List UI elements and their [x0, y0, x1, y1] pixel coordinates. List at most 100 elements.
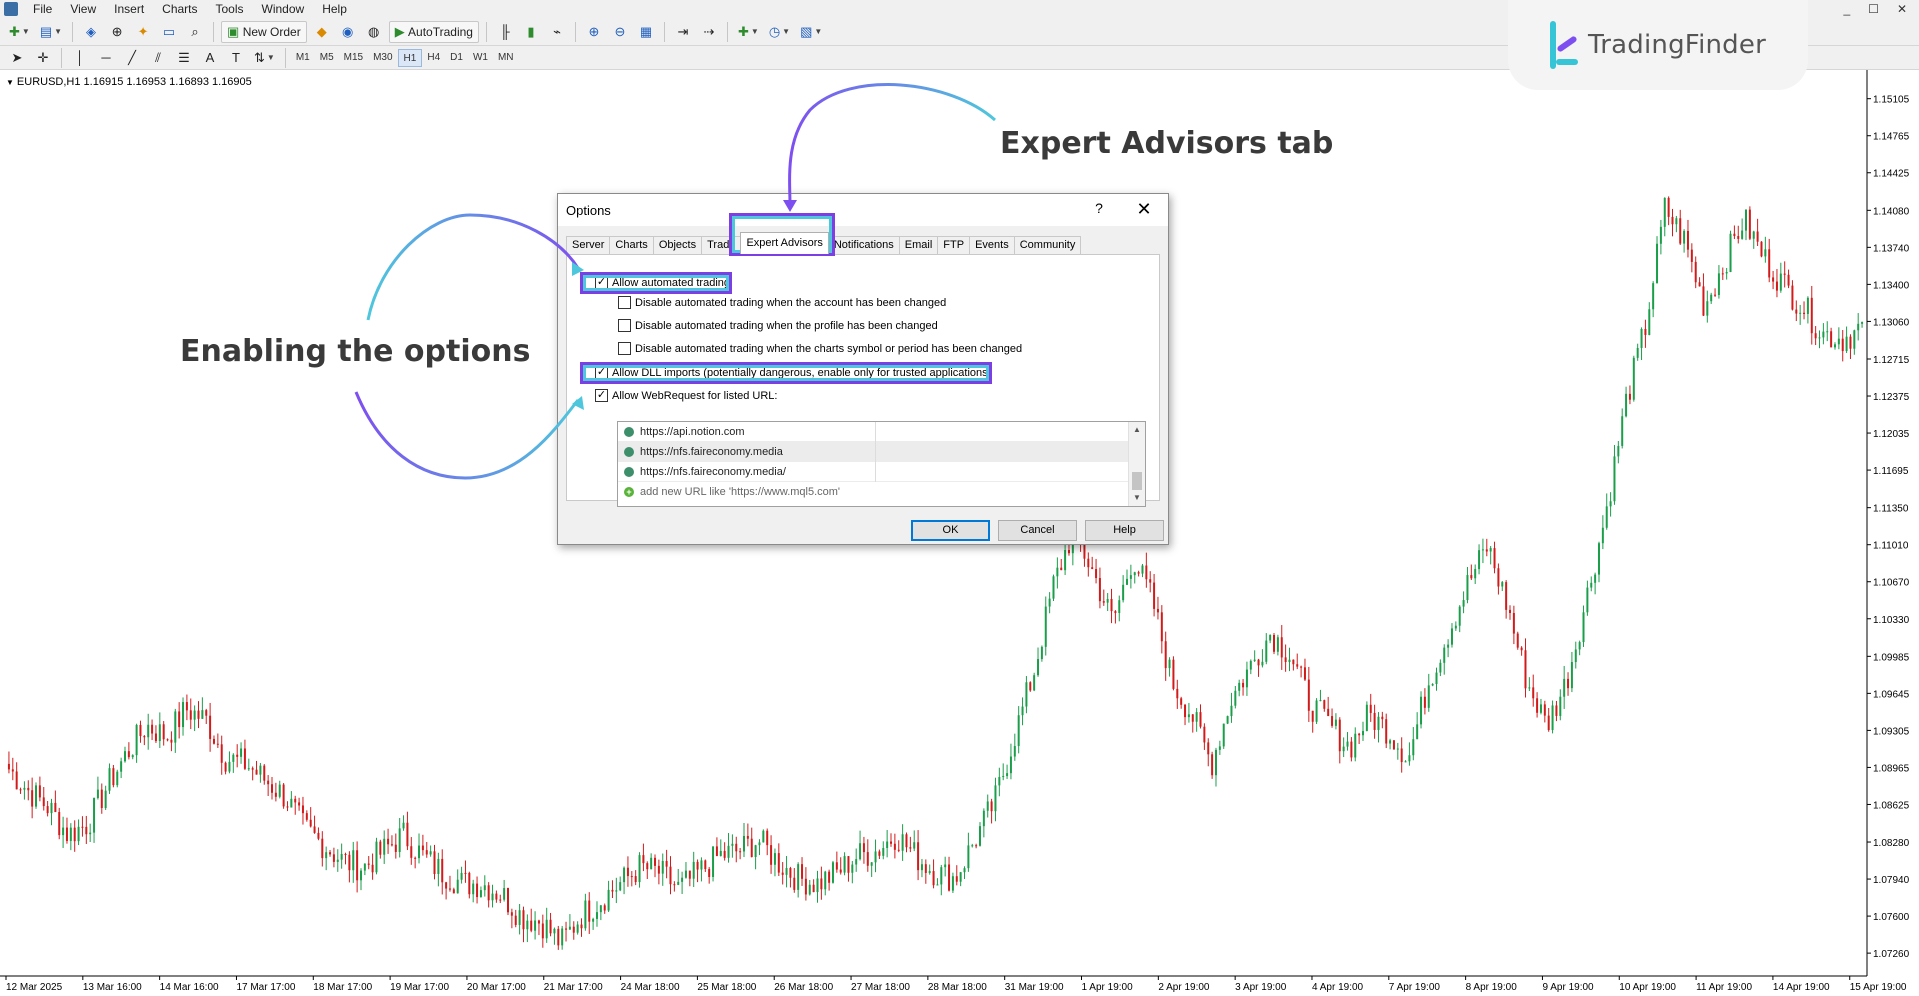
cursor-button[interactable]: ➤ — [6, 47, 28, 69]
crosshair-button[interactable]: ✛ — [32, 47, 54, 69]
chevron-down-icon[interactable]: ▼ — [1129, 490, 1145, 506]
profiles-button[interactable]: ▤ ▼ — [37, 21, 65, 43]
webrequest-url-list[interactable]: https://api.notion.com https://nfs.faire… — [617, 421, 1146, 507]
checkbox-disable-on-profile-change[interactable] — [618, 319, 631, 332]
data-window-button[interactable]: ⊕ — [106, 21, 128, 43]
candle-bull — [402, 822, 405, 829]
vertical-line-button[interactable]: │ — [69, 47, 91, 69]
url-list-scrollbar[interactable]: ▲ ▼ — [1128, 422, 1145, 506]
trendline-button[interactable]: ╱ — [121, 47, 143, 69]
menu-file[interactable]: File — [24, 0, 61, 18]
price-tick-label: 1.08280 — [1873, 838, 1910, 849]
toolbar-separator — [663, 21, 665, 42]
metaeditor-button[interactable]: ◆ — [311, 21, 333, 43]
checkbox-allow-dll-imports[interactable]: ✓ — [595, 366, 608, 379]
add-url-row[interactable]: + add new URL like 'https://www.mql5.com… — [618, 482, 1129, 502]
strategy-tester-button[interactable]: ⌕ — [184, 21, 206, 43]
tab-ftp[interactable]: FTP — [937, 236, 971, 254]
scrollbar-thumb[interactable] — [1132, 472, 1142, 490]
menu-insert[interactable]: Insert — [105, 0, 153, 18]
url-list-item[interactable]: https://nfs.faireconomy.media/ — [618, 462, 1129, 482]
chevron-up-icon[interactable]: ▲ — [1129, 422, 1145, 438]
checkbox-disable-on-symbol-change[interactable] — [618, 342, 631, 355]
checkbox-allow-automated-trading[interactable]: ✓ — [595, 276, 608, 289]
market-button[interactable]: ◍ — [363, 21, 385, 43]
timeframe-h1[interactable]: H1 — [397, 48, 423, 67]
menu-tools[interactable]: Tools — [207, 0, 253, 18]
candle-bull — [1613, 456, 1616, 502]
arrows-button[interactable]: ⇅ ▼ — [251, 47, 278, 69]
dialog-title-bar[interactable]: Options ? ✕ — [558, 194, 1168, 226]
url-list-item[interactable]: https://api.notion.com — [618, 422, 1129, 442]
candle-bear — [1273, 634, 1276, 652]
timeframe-mn[interactable]: MN — [493, 49, 519, 67]
tab-server[interactable]: Server — [566, 236, 611, 254]
checkbox-allow-webrequest[interactable]: ✓ — [595, 389, 608, 402]
url-list-item[interactable]: https://nfs.faireconomy.media — [618, 442, 1129, 462]
candle-bull — [1033, 675, 1036, 691]
candle-bull — [460, 872, 463, 880]
tab-email[interactable]: Email — [898, 236, 939, 254]
new-chart-button[interactable]: ✚ ▼ — [6, 21, 33, 43]
signals-button[interactable]: ◉ — [337, 21, 359, 43]
periods-button[interactable]: ◷ ▼ — [766, 21, 793, 43]
timeframe-m1[interactable]: M1 — [291, 49, 315, 67]
zoom-in-button[interactable]: ⊕ — [583, 21, 605, 43]
fibonacci-button[interactable]: ☰ — [173, 47, 195, 69]
ok-button[interactable]: OK — [911, 520, 990, 541]
menu-window[interactable]: Window — [253, 0, 314, 18]
tile-windows-button[interactable]: ▦ — [635, 21, 657, 43]
channel-button[interactable]: ⫽ — [147, 47, 169, 69]
timeframe-h4[interactable]: H4 — [422, 49, 445, 67]
option-allow-webrequest[interactable]: ✓ Allow WebRequest for listed URL: — [595, 389, 777, 402]
option-allow-dll-imports[interactable]: ✓ Allow DLL imports (potentially dangero… — [595, 366, 991, 379]
autoscroll-button[interactable]: ⇢ — [698, 21, 720, 43]
zoom-out-button[interactable]: ⊖ — [609, 21, 631, 43]
candle-bull — [1214, 749, 1217, 776]
tab-objects[interactable]: Objects — [652, 236, 703, 254]
candlestick-button[interactable]: ▮ — [520, 21, 542, 43]
dialog-close-button[interactable]: ✕ — [1132, 198, 1156, 222]
tab-community[interactable]: Community — [1013, 236, 1082, 254]
tab-expert-advisors[interactable]: Expert Advisors — [740, 232, 829, 254]
bar-chart-button[interactable]: ╟ — [494, 21, 516, 43]
tab-notifications[interactable]: Notifications — [827, 236, 900, 254]
minimize-button[interactable]: _ — [1843, 2, 1850, 16]
timeframe-d1[interactable]: D1 — [445, 49, 468, 67]
maximize-button[interactable]: ☐ — [1868, 2, 1879, 16]
timeframe-m5[interactable]: M5 — [315, 49, 339, 67]
timeframe-m30[interactable]: M30 — [368, 49, 397, 67]
indicators-button[interactable]: ✚ ▼ — [735, 21, 762, 43]
chart-shift-button[interactable]: ⇥ — [672, 21, 694, 43]
candle-bull — [1431, 684, 1434, 686]
menu-view[interactable]: View — [61, 0, 105, 18]
tab-trade[interactable]: Trade — [701, 236, 742, 254]
navigator-button[interactable]: ✦ — [132, 21, 154, 43]
tab-charts[interactable]: Charts — [609, 236, 654, 254]
menu-help[interactable]: Help — [313, 0, 356, 18]
text-label-button[interactable]: T — [225, 47, 247, 69]
terminal-button[interactable]: ▭ — [158, 21, 180, 43]
market-watch-button[interactable]: ◈ — [80, 21, 102, 43]
menu-charts[interactable]: Charts — [153, 0, 206, 18]
tab-events[interactable]: Events — [969, 236, 1015, 254]
close-window-button[interactable]: ✕ — [1897, 2, 1907, 16]
cancel-button[interactable]: Cancel — [998, 520, 1077, 541]
option-allow-automated-trading[interactable]: ✓ Allow automated trading — [595, 276, 730, 289]
help-button[interactable]: Help — [1085, 520, 1164, 541]
templates-button[interactable]: ▧ ▼ — [797, 21, 825, 43]
candle-bear — [356, 850, 359, 881]
new-order-button[interactable]: ▣ New Order — [221, 20, 307, 43]
option-disable-on-symbol-change[interactable]: Disable automated trading when the chart… — [618, 342, 1022, 355]
line-chart-button[interactable]: ⌁ — [546, 21, 568, 43]
dialog-help-button[interactable]: ? — [1088, 200, 1110, 220]
candle-bear — [630, 876, 633, 878]
timeframe-w1[interactable]: W1 — [468, 49, 493, 67]
option-disable-on-account-change[interactable]: Disable automated trading when the accou… — [618, 296, 946, 309]
horizontal-line-button[interactable]: ─ — [95, 47, 117, 69]
timeframe-m15[interactable]: M15 — [339, 49, 368, 67]
text-button[interactable]: A — [199, 47, 221, 69]
checkbox-disable-on-account-change[interactable] — [618, 296, 631, 309]
option-disable-on-profile-change[interactable]: Disable automated trading when the profi… — [618, 319, 938, 332]
autotrading-button[interactable]: ▶ AutoTrading — [388, 20, 479, 43]
